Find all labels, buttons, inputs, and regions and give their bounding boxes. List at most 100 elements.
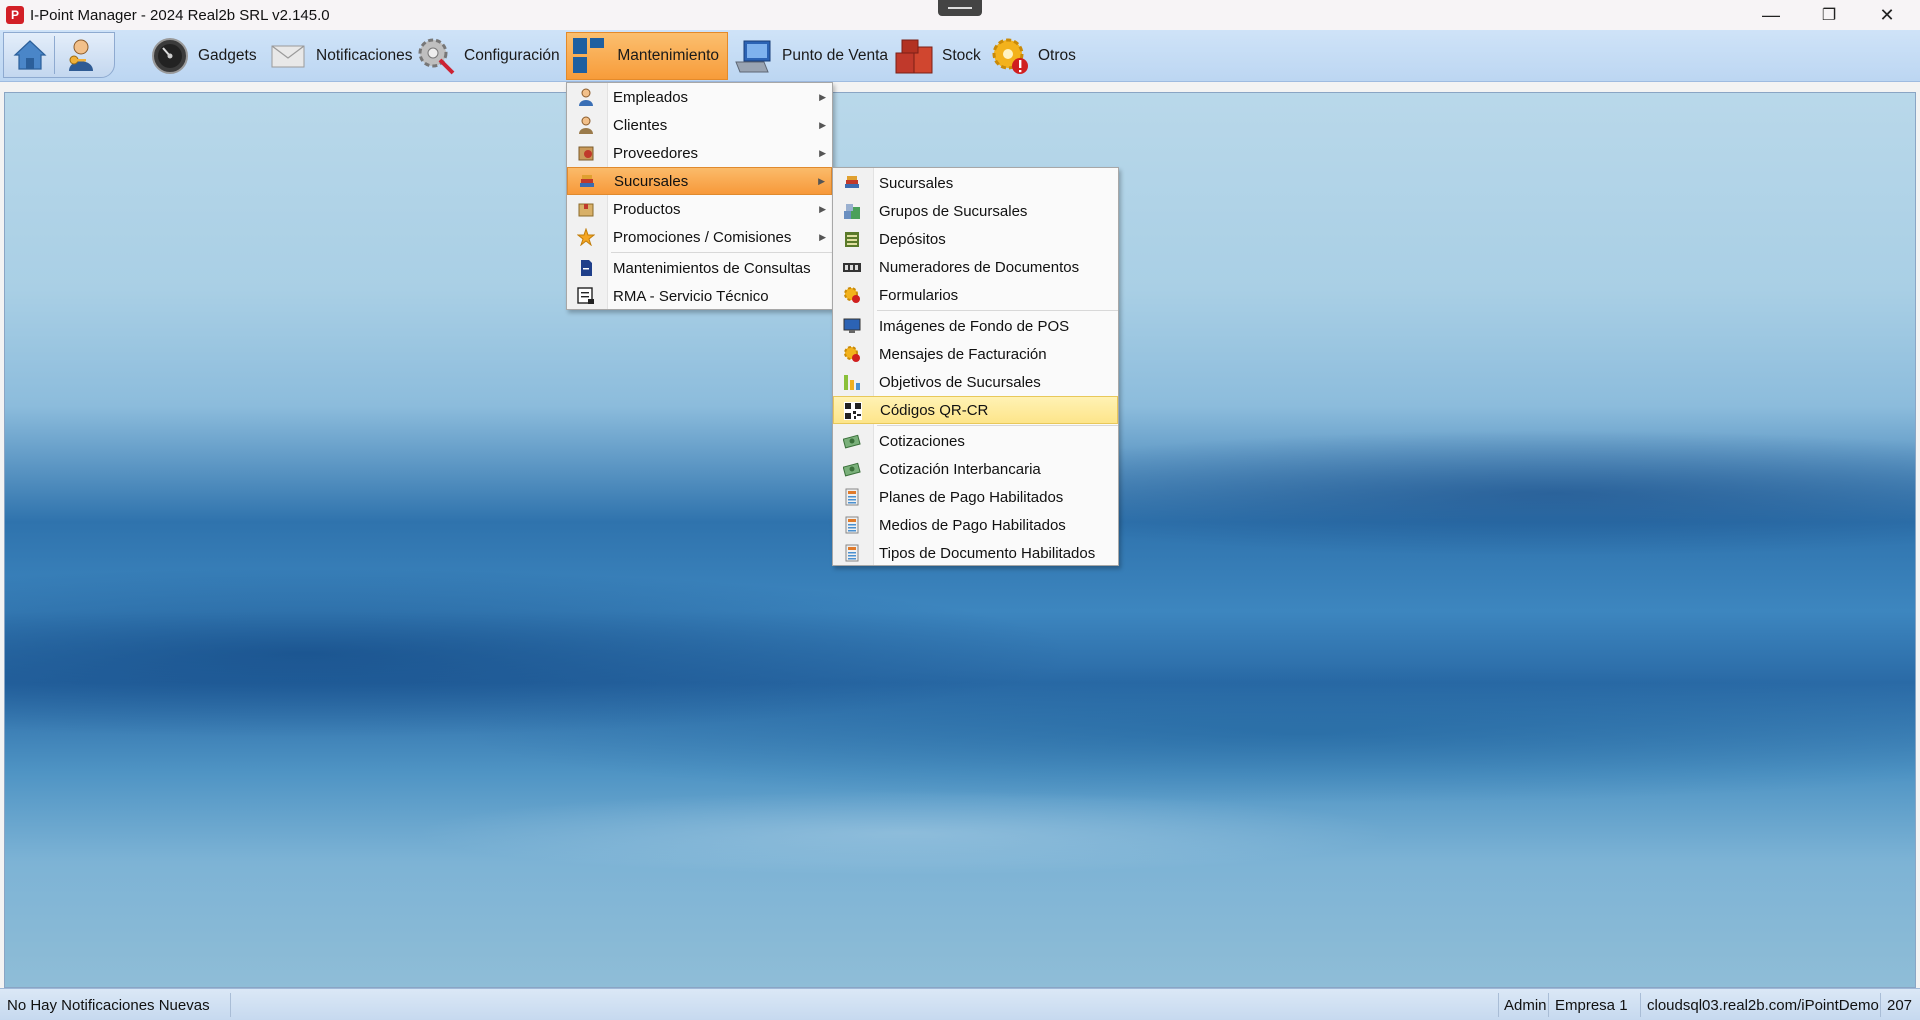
toolbar-mantenimiento[interactable]: Mantenimiento: [566, 32, 728, 80]
money-icon: [843, 460, 861, 478]
toolbar-stock[interactable]: Stock: [890, 32, 989, 80]
restore-button[interactable]: ❐: [1800, 0, 1858, 30]
submenu-item-label: Tipos de Documento Habilitados: [879, 544, 1096, 562]
submenu-item-mensajes-de-facturacion[interactable]: Mensajes de Facturación: [833, 340, 1118, 368]
home-button[interactable]: [10, 35, 50, 75]
submenu-item-label: Sucursales: [879, 174, 954, 192]
mantenimiento-menu: Empleados ▶ Clientes ▶ Proveedores ▶ Suc…: [566, 82, 833, 310]
home-icon: [13, 40, 47, 70]
status-extra: 207: [1887, 997, 1913, 1014]
menu-item-sucursales[interactable]: Sucursales ▶: [567, 167, 832, 195]
submenu-arrow-icon: ▶: [819, 147, 826, 158]
snap-grip-handle[interactable]: [938, 0, 982, 16]
speedometer-icon: [150, 36, 190, 76]
window-title: I-Point Manager - 2024 Real2b SRL v2.145…: [30, 6, 330, 24]
submenu-item-sucursales[interactable]: Sucursales: [833, 169, 1118, 197]
quick-access-bar: [3, 32, 115, 78]
menu-item-label: Productos: [613, 200, 681, 218]
submenu-item-medios-de-pago-habilitados[interactable]: Medios de Pago Habilitados: [833, 511, 1118, 539]
envelope-icon: [268, 36, 308, 76]
submenu-item-label: Imágenes de Fondo de POS: [879, 317, 1070, 335]
tiles-icon: [571, 36, 609, 76]
star-icon: [577, 228, 595, 246]
employee-icon: [577, 88, 595, 106]
toolbar-stock-label: Stock: [942, 47, 981, 64]
menu-item-label: Sucursales: [614, 172, 689, 190]
money-icon: [843, 432, 861, 450]
submenu-arrow-icon: ▶: [819, 203, 826, 214]
toolbar-punto-de-venta-label: Punto de Venta: [782, 47, 889, 64]
menu-item-clientes[interactable]: Clientes ▶: [567, 111, 832, 139]
monitor-icon: [843, 317, 861, 335]
toolbar-gadgets-label: Gadgets: [198, 47, 257, 64]
submenu-item-label: Formularios: [879, 286, 959, 304]
menu-item-label: Mantenimientos de Consultas: [613, 259, 811, 277]
submenu-item-imagenes-de-fondo-de-pos[interactable]: Imágenes de Fondo de POS: [833, 312, 1118, 340]
app-icon: P: [6, 6, 24, 24]
status-notifications[interactable]: No Hay Notificaciones Nuevas: [7, 997, 210, 1014]
boxes-icon: [894, 36, 934, 76]
submenu-arrow-icon: ▶: [819, 231, 826, 242]
submenu-item-label: Medios de Pago Habilitados: [879, 516, 1066, 534]
toolbar-gadgets[interactable]: Gadgets: [146, 32, 265, 80]
gear-wrench-icon: [416, 36, 456, 76]
menu-item-promociones-comisiones[interactable]: Promociones / Comisiones ▶: [567, 223, 832, 251]
submenu-item-formularios[interactable]: Formularios: [833, 281, 1118, 309]
user-key-icon: [69, 39, 93, 71]
submenu-item-tipos-de-documento-habilitados[interactable]: Tipos de Documento Habilitados: [833, 539, 1118, 567]
menu-item-empleados[interactable]: Empleados ▶: [567, 83, 832, 111]
menu-item-label: RMA - Servicio Técnico: [613, 287, 769, 305]
qr-code-icon: [844, 402, 862, 420]
quick-separator: [54, 36, 55, 74]
toolbar-configuracion[interactable]: Configuración: [412, 32, 568, 80]
submenu-item-cotizaciones[interactable]: Cotizaciones: [833, 427, 1118, 455]
sucursales-submenu: Sucursales Grupos de Sucursales Depósito…: [832, 167, 1119, 566]
submenu-item-grupos-de-sucursales[interactable]: Grupos de Sucursales: [833, 197, 1118, 225]
submenu-item-label: Objetivos de Sucursales: [879, 373, 1041, 391]
submenu-item-codigos-qr-cr[interactable]: Códigos QR-CR: [833, 396, 1118, 424]
submenu-item-label: Cotización Interbancaria: [879, 460, 1041, 478]
toolbar-mantenimiento-label: Mantenimiento: [617, 47, 719, 64]
submenu-item-depositos[interactable]: Depósitos: [833, 225, 1118, 253]
submenu-arrow-icon: ▶: [819, 91, 826, 102]
books-icon: [578, 173, 596, 191]
status-separator: [230, 993, 231, 1017]
submenu-item-cotizacion-interbancaria[interactable]: Cotización Interbancaria: [833, 455, 1118, 483]
submenu-item-label: Depósitos: [879, 230, 946, 248]
toolbar-punto-de-venta[interactable]: Punto de Venta: [730, 32, 896, 80]
submenu-item-planes-de-pago-habilitados[interactable]: Planes de Pago Habilitados: [833, 483, 1118, 511]
rma-list-icon: [577, 287, 595, 305]
main-toolbar: Gadgets Notificaciones Configuración Man…: [0, 30, 1920, 82]
menu-item-mantenimientos-de-consultas[interactable]: Mantenimientos de Consultas: [567, 254, 832, 282]
menu-item-productos[interactable]: Productos ▶: [567, 195, 832, 223]
gear-warning-icon: [843, 286, 861, 304]
submenu-item-objetivos-de-sucursales[interactable]: Objetivos de Sucursales: [833, 368, 1118, 396]
toolbar-otros[interactable]: Otros: [986, 32, 1084, 80]
status-separator: [1498, 993, 1499, 1017]
calculator-icon: [843, 544, 861, 562]
stacked-books-icon: [843, 202, 861, 220]
submenu-item-numeradores-de-documentos[interactable]: Numeradores de Documentos: [833, 253, 1118, 281]
menu-item-proveedores[interactable]: Proveedores ▶: [567, 139, 832, 167]
client-icon: [577, 116, 595, 134]
bar-chart-icon: [843, 373, 861, 391]
toolbar-configuracion-label: Configuración: [464, 47, 560, 64]
minimize-button[interactable]: —: [1742, 0, 1800, 30]
status-separator: [1548, 993, 1549, 1017]
calculator-icon: [843, 488, 861, 506]
toolbar-notificaciones[interactable]: Notificaciones: [264, 32, 421, 80]
gear-warning-icon: [990, 36, 1030, 76]
status-bar: No Hay Notificaciones Nuevas Admin Empre…: [0, 988, 1920, 1020]
menu-item-rma-servicio-tecnico[interactable]: RMA - Servicio Técnico: [567, 282, 832, 310]
document-icon: [577, 259, 595, 277]
submenu-item-label: Cotizaciones: [879, 432, 965, 450]
supplier-icon: [577, 144, 595, 162]
status-company: Empresa 1: [1555, 997, 1628, 1014]
warehouse-icon: [843, 230, 861, 248]
gear-warning-icon: [843, 345, 861, 363]
close-button[interactable]: ✕: [1858, 0, 1916, 30]
books-icon: [843, 174, 861, 192]
product-box-icon: [577, 200, 595, 218]
status-user: Admin: [1504, 997, 1547, 1014]
user-button[interactable]: [61, 35, 101, 75]
